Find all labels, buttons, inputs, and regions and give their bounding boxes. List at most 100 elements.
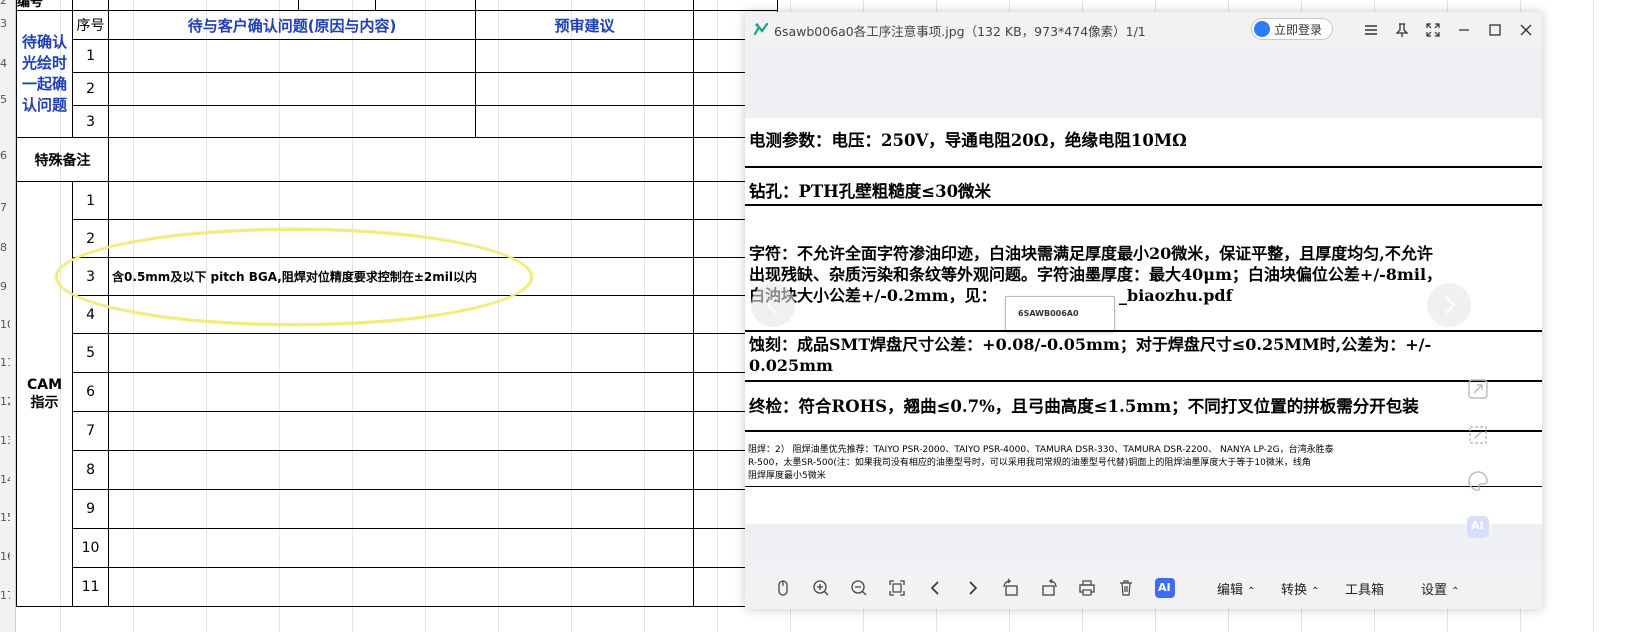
col-issue-header[interactable]: 待与客户确认问题(原因与内容): [108, 10, 477, 40]
rotate-left-icon[interactable]: [1001, 578, 1021, 598]
displayed-image: 电测参数：电压：250V，导通电阻20Ω，绝缘电阻10MΩ 钻孔：PTH孔壁粗糙…: [745, 118, 1542, 524]
row-number[interactable]: 16: [0, 550, 10, 563]
side-ai-label: AI: [1471, 519, 1484, 532]
row-number[interactable]: 4: [0, 57, 10, 70]
rotate-right-icon[interactable]: [1039, 578, 1059, 598]
special-notes-label[interactable]: 特殊备注: [15, 137, 110, 182]
cam-note-cell[interactable]: [108, 528, 695, 568]
cam-note-cell[interactable]: [108, 567, 695, 607]
crop-icon[interactable]: [1465, 422, 1491, 448]
print-icon[interactable]: [1077, 578, 1097, 598]
row-number[interactable]: 2: [0, 0, 10, 7]
issue-cell[interactable]: [108, 39, 477, 73]
seq-cell[interactable]: 8: [72, 450, 110, 490]
expand-icon[interactable]: [1465, 376, 1491, 402]
row-number[interactable]: 3: [0, 17, 10, 30]
doc-divider: [745, 486, 1542, 487]
ai-button[interactable]: AI: [1155, 578, 1175, 598]
row-number[interactable]: 14: [0, 473, 10, 486]
row-number[interactable]: 7: [0, 201, 10, 214]
suggest-cell[interactable]: [475, 39, 695, 73]
cell[interactable]: [72, 0, 110, 11]
row-number[interactable]: 5: [0, 93, 10, 106]
seq-cell[interactable]: 5: [72, 333, 110, 373]
menu-icon[interactable]: [1361, 20, 1381, 40]
cam-note-cell[interactable]: [108, 411, 695, 451]
convert-menu-label: 转换: [1281, 583, 1308, 598]
toolbox-menu[interactable]: 工具箱: [1345, 579, 1384, 598]
user-avatar-icon: [1254, 21, 1270, 37]
cell-number-label[interactable]: 编号: [15, 0, 74, 11]
suggest-cell[interactable]: [475, 105, 695, 138]
col-seq-header[interactable]: 序号: [72, 10, 110, 40]
row-number[interactable]: 15: [0, 511, 10, 524]
col-suggest-header[interactable]: 预审建议: [475, 10, 695, 40]
cell[interactable]: [108, 0, 300, 11]
cam-note-cell[interactable]: [108, 372, 695, 412]
issue-cell[interactable]: [108, 105, 477, 138]
toolbox-menu-label: 工具箱: [1345, 583, 1385, 598]
next-arrow-icon[interactable]: [963, 578, 983, 598]
row-number[interactable]: 12: [0, 395, 10, 408]
suggest-cell[interactable]: [475, 72, 695, 106]
row-header-column: 2 3 4 5 6 7 8 9 10 11 12 13 14 15 16 17: [0, 0, 16, 632]
close-icon[interactable]: [1516, 20, 1536, 40]
zoom-in-icon[interactable]: [811, 578, 831, 598]
doc-divider: [745, 330, 1542, 332]
seq-cell[interactable]: 3: [72, 105, 110, 138]
seq-cell[interactable]: 9: [72, 489, 110, 529]
seq-cell[interactable]: 6: [72, 372, 110, 412]
chevron-up-icon: ⌃: [1311, 586, 1320, 597]
cell[interactable]: [375, 0, 477, 11]
maximize-icon[interactable]: [1485, 20, 1505, 40]
edit-menu-label: 编辑: [1217, 583, 1244, 598]
row-number[interactable]: 8: [0, 241, 10, 254]
doc-line-legend-file: _biaozhu.pdf: [1119, 286, 1233, 305]
special-notes-cell[interactable]: [108, 137, 695, 182]
cell[interactable]: [475, 0, 695, 11]
previous-image-button[interactable]: [751, 283, 795, 327]
edit-menu[interactable]: 编辑 ⌃: [1217, 579, 1256, 598]
cell[interactable]: [693, 0, 779, 11]
cam-note-cell[interactable]: [108, 333, 695, 373]
seq-cell[interactable]: 2: [72, 72, 110, 106]
image-canvas[interactable]: 电测参数：电压：250V，导通电阻20Ω，绝缘电阻10MΩ 钻孔：PTH孔壁粗糙…: [745, 46, 1542, 566]
row-number[interactable]: 17: [0, 589, 10, 602]
cell[interactable]: [298, 0, 377, 11]
next-image-button[interactable]: [1427, 283, 1471, 327]
fullscreen-icon[interactable]: [1423, 20, 1443, 40]
cam-note-cell[interactable]: [108, 181, 695, 220]
zoom-out-icon[interactable]: [849, 578, 869, 598]
login-label: 立即登录: [1274, 23, 1323, 37]
fit-window-icon[interactable]: [887, 578, 907, 598]
convert-menu[interactable]: 转换 ⌃: [1281, 579, 1320, 598]
seq-cell[interactable]: 10: [72, 528, 110, 568]
image-viewer-window: 6sawb006a0各工序注意事项.jpg（132 KB，973*474像素）1…: [745, 12, 1542, 609]
previous-arrow-icon[interactable]: [925, 578, 945, 598]
viewer-logo-icon: [754, 22, 768, 36]
issue-cell[interactable]: [108, 72, 477, 106]
login-button[interactable]: 立即登录: [1251, 18, 1333, 40]
delete-icon[interactable]: [1116, 578, 1136, 598]
row-number[interactable]: 13: [0, 434, 10, 447]
side-ai-button[interactable]: AI: [1465, 514, 1491, 540]
cam-note-cell[interactable]: [108, 489, 695, 529]
cam-note-cell[interactable]: [108, 450, 695, 490]
row-number[interactable]: 9: [0, 280, 10, 293]
settings-menu[interactable]: 设置 ⌃: [1421, 579, 1460, 598]
row-number[interactable]: 6: [0, 149, 10, 162]
row-number[interactable]: 11: [0, 356, 10, 369]
pin-icon[interactable]: [1392, 20, 1412, 40]
mouse-icon[interactable]: [773, 578, 793, 598]
row-number[interactable]: 10: [0, 318, 10, 331]
minimize-icon[interactable]: [1454, 20, 1474, 40]
doc-line-legend-2: 出现残缺、杂质污染和条纹等外观问题。字符油墨厚度：最大40μm；白油块偏位公差+…: [749, 265, 1443, 284]
seq-cell[interactable]: 1: [72, 39, 110, 73]
seq-cell[interactable]: 11: [72, 567, 110, 607]
confirm-section-label[interactable]: 待确认光绘时一起确认问题: [15, 10, 74, 138]
seq-cell[interactable]: 7: [72, 411, 110, 451]
palette-icon[interactable]: [1465, 468, 1491, 494]
cam-section-label[interactable]: CAM指示: [15, 181, 74, 607]
seq-cell[interactable]: 1: [72, 181, 110, 220]
viewer-titlebar[interactable]: 6sawb006a0各工序注意事项.jpg（132 KB，973*474像素）1…: [745, 12, 1542, 46]
